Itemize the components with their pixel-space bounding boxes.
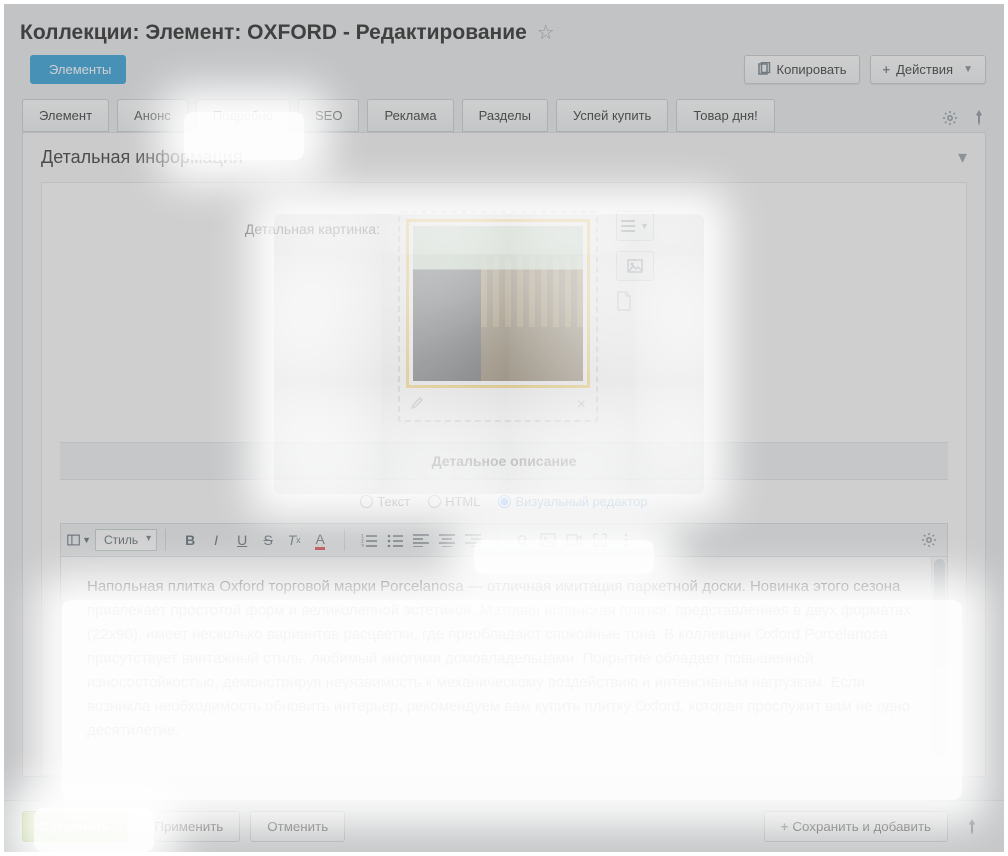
editor-content[interactable]: Напольная плитка Oxford торговой марки P… [61,557,947,757]
chevron-down-icon: ▼ [640,221,649,231]
tab-seo[interactable]: SEO [298,99,359,132]
editor-toolbar: ▼ Стиль B I U S Tx A 123 [60,523,948,557]
tab-razdely[interactable]: Разделы [462,99,548,132]
align-right-icon[interactable] [461,528,485,552]
image-dropzone[interactable]: × [398,211,598,422]
actions-button[interactable]: + Действия ▼ [870,55,986,84]
plus-icon: + [781,819,789,834]
tab-element[interactable]: Элемент [22,99,109,132]
mode-visual[interactable]: Визуальный редактор [498,494,647,509]
layout-icon[interactable]: ▼ [67,528,91,552]
image-frame [406,219,590,388]
delete-image-icon[interactable]: × [577,396,586,414]
editor-mode-row: Текст HTML Визуальный редактор [60,480,948,523]
detail-image-label: Детальная картинка: [60,211,380,237]
textcolor-icon[interactable]: A [308,528,332,552]
tab-podrobno[interactable]: Подробно [196,99,290,132]
insert-video-icon[interactable] [562,528,586,552]
copy-button-label: Копировать [777,62,847,77]
image-gallery-button[interactable] [616,251,654,281]
toolbar-gear-icon[interactable] [917,528,941,552]
list-ol-icon[interactable]: 123 [357,528,381,552]
bottom-bar: Сохранить Применить Отменить +Сохранить … [4,800,1004,852]
collapse-icon[interactable]: ▾ [958,147,967,168]
apply-button[interactable]: Применить [137,811,240,842]
underline-icon[interactable]: U [230,528,254,552]
strike-icon[interactable]: S [256,528,280,552]
italic-icon[interactable]: I [204,528,228,552]
hamburger-icon [621,220,637,232]
pin-bottom-icon[interactable] [958,813,986,841]
editor-area[interactable]: Напольная плитка Oxford торговой марки P… [60,557,948,757]
align-left-icon[interactable] [409,528,433,552]
save-and-add-button[interactable]: +Сохранить и добавить [764,811,948,842]
plus-icon: + [883,62,891,77]
bold-icon[interactable]: B [178,528,202,552]
insert-image-icon[interactable] [536,528,560,552]
style-select[interactable]: Стиль [95,529,157,551]
chevron-down-icon: ▼ [963,64,973,75]
image-thumbnail[interactable] [413,226,583,381]
list-ul-icon[interactable] [383,528,407,552]
page-title: Коллекции: Элемент: OXFORD - Редактирова… [20,21,527,45]
favorite-star-icon[interactable]: ☆ [537,20,555,45]
align-center-icon[interactable] [435,528,459,552]
edit-image-icon[interactable] [410,396,424,414]
tabs: Элемент Анонс Подробно SEO Реклама Разде… [4,99,1004,132]
mode-html[interactable]: HTML [428,494,480,509]
link-icon[interactable] [510,528,534,552]
fullscreen-icon[interactable] [588,528,612,552]
cancel-button[interactable]: Отменить [250,811,345,842]
mode-text[interactable]: Текст [360,494,410,509]
tab-reklama[interactable]: Реклама [367,99,453,132]
breadcrumb-back-button[interactable]: Элементы [30,55,126,84]
more-icon[interactable] [614,528,638,552]
editor-scrollbar[interactable] [931,557,947,756]
file-icon[interactable] [616,291,654,311]
tab-anons[interactable]: Анонс [117,99,188,132]
image-menu-button[interactable]: ▼ [616,211,654,241]
svg-text:3: 3 [361,544,364,547]
tab-tovar-dnya[interactable]: Товар дня! [676,99,774,132]
actions-button-label: Действия [896,62,953,77]
image-icon [627,259,643,273]
save-button[interactable]: Сохранить [22,811,127,842]
tab-uspej[interactable]: Успей купить [556,99,668,132]
pin-icon[interactable] [972,110,986,126]
gear-icon[interactable] [942,110,958,126]
copy-icon [757,62,771,76]
copy-button[interactable]: Копировать [744,55,860,84]
clearformat-icon[interactable]: Tx [282,528,306,552]
section-title: Детальная информация [41,147,243,168]
description-header: Детальное описание [60,442,948,480]
